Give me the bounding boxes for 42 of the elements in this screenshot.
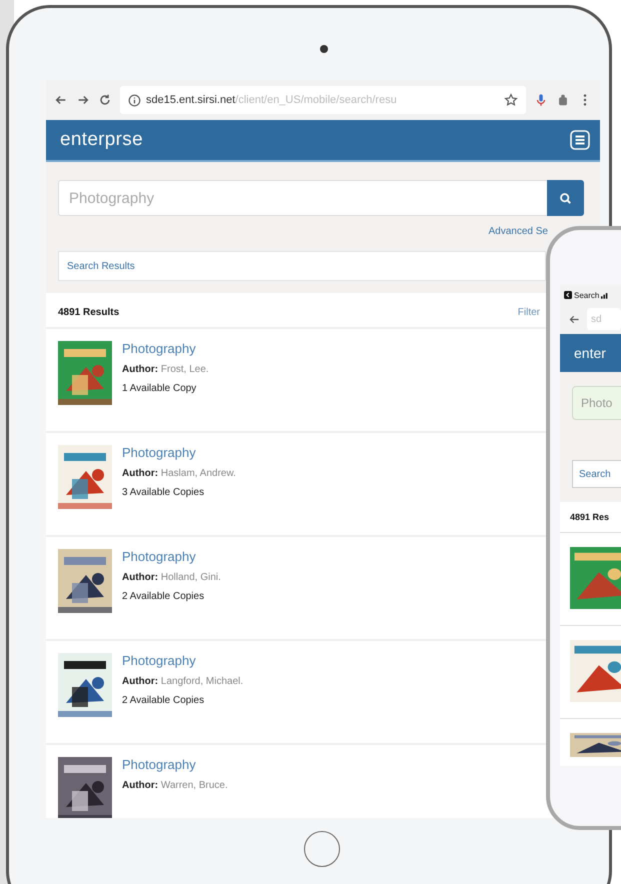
url-host: sde15.ent.sirsi.net [146, 94, 236, 106]
search-results-field[interactable]: Search Results [58, 251, 546, 281]
result-title[interactable]: Photography [122, 757, 228, 772]
result-title[interactable]: Photography [122, 445, 236, 460]
camera-dot [320, 45, 328, 53]
result-author: Author: Langford, Michael. [122, 676, 244, 687]
result-availability: 2 Available Copies [122, 591, 206, 602]
result-title[interactable]: Photography [122, 653, 244, 668]
back-icon[interactable] [564, 291, 572, 299]
result-title[interactable]: Photography [122, 341, 209, 356]
logo[interactable]: enter [574, 345, 606, 361]
results-count: 4891 Results [58, 306, 120, 318]
result-availability: 1 Available Copy [122, 383, 198, 394]
result-availability: 3 Available Copies [122, 487, 206, 498]
signal-icon [601, 292, 610, 298]
menu-icon[interactable] [570, 130, 590, 150]
address-bar[interactable]: sde15.ent.sirsi.net/client/en_US/mobile/search/resu [120, 86, 526, 114]
result-author: Author: Warren, Bruce. [122, 780, 228, 791]
search-results-field[interactable]: Search [572, 460, 621, 488]
reload-icon[interactable] [98, 93, 112, 107]
url-path: /client/en_US/mobile/search/resu [235, 94, 397, 106]
search-button[interactable] [547, 180, 584, 216]
search-icon [559, 192, 572, 204]
advanced-search-link[interactable]: Advanced Se [488, 226, 548, 237]
result-author: Author: Frost, Lee. [122, 364, 209, 375]
forward-icon[interactable] [76, 93, 90, 107]
filter-link[interactable]: Filter [518, 306, 540, 318]
query-field[interactable]: Photography [58, 180, 547, 216]
star-icon[interactable] [504, 93, 518, 107]
query-field[interactable]: Photo [572, 386, 621, 420]
home-button[interactable] [304, 831, 340, 867]
result-author: Author: Haslam, Andrew. [122, 468, 236, 479]
result-availability: 2 Available Copies [122, 695, 206, 706]
microphone-icon[interactable] [534, 93, 548, 107]
back-app-label[interactable]: Search [574, 290, 600, 300]
info-icon [128, 94, 141, 106]
result-author: Author: Holland, Gini. [122, 572, 221, 583]
result-title[interactable]: Photography [122, 549, 221, 564]
results-count: 4891 Res [560, 502, 621, 533]
logo[interactable]: enterprse [60, 129, 143, 151]
extension-icon[interactable] [556, 93, 570, 107]
back-icon[interactable] [54, 93, 68, 107]
